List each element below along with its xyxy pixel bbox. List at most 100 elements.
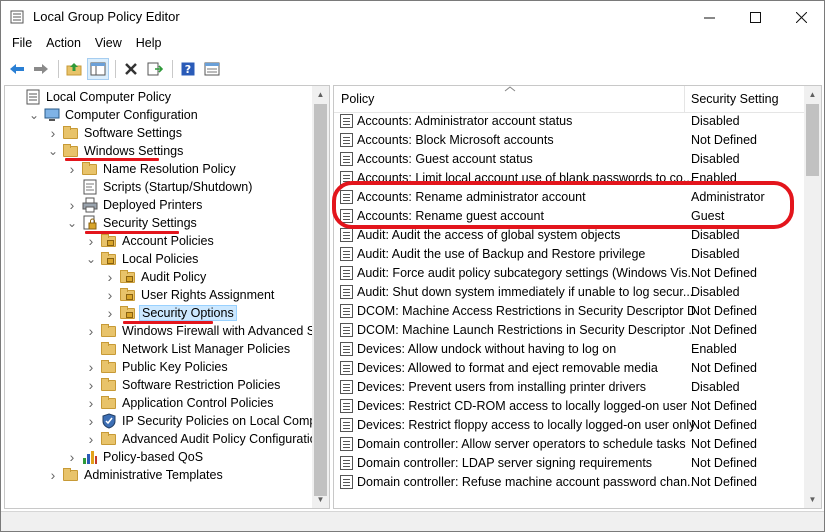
policy-row[interactable]: DCOM: Machine Access Restrictions in Sec… <box>334 301 806 320</box>
expanded-chevron-icon[interactable]: ⌄ <box>85 253 97 265</box>
tree-node-label[interactable]: Public Key Policies <box>120 359 230 375</box>
menu-file[interactable]: File <box>1 33 39 55</box>
tree-node[interactable]: › IP Security Policies on Local Computer <box>85 412 329 430</box>
tree-node-label[interactable]: Name Resolution Policy <box>101 161 238 177</box>
tree-node-label[interactable]: Local Policies <box>120 251 200 267</box>
collapsed-chevron-icon[interactable]: › <box>85 395 97 411</box>
tree-node[interactable]: › Windows Firewall with Advanced Secur <box>85 322 329 340</box>
collapsed-chevron-icon[interactable]: › <box>104 269 116 285</box>
expanded-chevron-icon[interactable]: ⌄ <box>28 109 40 121</box>
tree-node[interactable]: ⌄ Security Settings <box>66 214 199 232</box>
tree-node-label[interactable]: Policy-based QoS <box>101 449 205 465</box>
collapsed-chevron-icon[interactable]: › <box>104 305 116 321</box>
scroll-down-arrow-icon[interactable]: ▼ <box>804 491 821 508</box>
list-scrollbar[interactable]: ▲ ▼ <box>804 86 821 508</box>
column-header-policy[interactable]: Policy <box>341 92 374 106</box>
policy-row[interactable]: Domain controller: Allow server operator… <box>334 434 806 453</box>
collapsed-chevron-icon[interactable]: › <box>66 449 78 465</box>
tree-node[interactable]: › Name Resolution Policy <box>66 160 238 178</box>
tree-node-label[interactable]: Local Computer Policy <box>44 89 173 105</box>
collapsed-chevron-icon[interactable]: › <box>85 359 97 375</box>
export-list-button[interactable] <box>144 58 166 80</box>
collapsed-chevron-icon[interactable]: › <box>47 125 59 141</box>
tree-node[interactable]: › Audit Policy <box>104 268 208 286</box>
tree-node-label[interactable]: Scripts (Startup/Shutdown) <box>101 179 254 195</box>
maximize-button[interactable] <box>732 1 778 33</box>
menu-help[interactable]: Help <box>129 33 169 55</box>
tree-node[interactable]: ⌄ Computer Configuration <box>28 106 200 124</box>
collapsed-chevron-icon[interactable]: › <box>85 323 97 339</box>
policy-row[interactable]: Accounts: Block Microsoft accounts Not De… <box>334 130 806 149</box>
policy-row[interactable]: Audit: Shut down system immediately if u… <box>334 282 806 301</box>
scroll-thumb[interactable] <box>806 104 819 176</box>
policy-row[interactable]: Accounts: Administrator account status Di… <box>334 111 806 130</box>
tree-node[interactable]: › Deployed Printers <box>66 196 204 214</box>
tree-scrollbar[interactable]: ▲ ▼ <box>312 86 329 508</box>
policy-row[interactable]: DCOM: Machine Launch Restrictions in Sec… <box>334 320 806 339</box>
policy-row[interactable]: Accounts: Guest account status Disabled <box>334 149 806 168</box>
tree-node[interactable]: › Policy-based QoS <box>66 448 205 466</box>
scroll-down-arrow-icon[interactable]: ▼ <box>312 491 329 508</box>
tree-node-label[interactable]: Application Control Policies <box>120 395 275 411</box>
tree-node-label[interactable]: Administrative Templates <box>82 467 225 483</box>
collapsed-chevron-icon[interactable]: › <box>66 197 78 213</box>
policy-row[interactable]: Audit: Force audit policy subcategory se… <box>334 263 806 282</box>
policy-row[interactable]: Audit: Audit the use of Backup and Resto… <box>334 244 806 263</box>
tree-node-label-selected[interactable]: Security Options <box>139 305 237 321</box>
collapsed-chevron-icon[interactable]: › <box>85 413 97 429</box>
scroll-up-arrow-icon[interactable]: ▲ <box>312 86 329 103</box>
delete-button[interactable] <box>120 58 142 80</box>
show-hide-tree-button[interactable] <box>87 58 109 80</box>
menu-action[interactable]: Action <box>39 33 88 55</box>
tree-node-label[interactable]: Deployed Printers <box>101 197 204 213</box>
close-button[interactable] <box>778 1 824 33</box>
policy-row[interactable]: Domain controller: Refuse machine accoun… <box>334 472 806 491</box>
tree-node-label[interactable]: Computer Configuration <box>63 107 200 123</box>
help-button[interactable]: ? <box>177 58 199 80</box>
minimize-button[interactable] <box>686 1 732 33</box>
tree-node-label[interactable]: Audit Policy <box>139 269 208 285</box>
tree-node-label[interactable]: Software Settings <box>82 125 184 141</box>
properties-button[interactable] <box>201 58 223 80</box>
policy-row[interactable]: Devices: Restrict floppy access to local… <box>334 415 806 434</box>
tree-node[interactable]: › Advanced Audit Policy Configuration <box>85 430 326 448</box>
policy-row[interactable]: Devices: Prevent users from installing p… <box>334 377 806 396</box>
tree-node[interactable]: › Administrative Templates <box>47 466 225 484</box>
menu-view[interactable]: View <box>88 33 129 55</box>
tree-node[interactable]: › Security Options <box>104 304 237 322</box>
tree-node[interactable]: › Software Settings <box>47 124 184 142</box>
tree-node-label[interactable]: Account Policies <box>120 233 216 249</box>
up-one-level-button[interactable] <box>63 58 85 80</box>
tree-node[interactable]: › Application Control Policies <box>85 394 275 412</box>
expanded-chevron-icon[interactable]: ⌄ <box>47 145 59 157</box>
tree-node-label[interactable]: User Rights Assignment <box>139 287 276 303</box>
collapsed-chevron-icon[interactable]: › <box>85 431 97 447</box>
tree-node[interactable]: › Public Key Policies <box>85 358 230 376</box>
tree-node-label[interactable]: Advanced Audit Policy Configuration <box>120 431 326 447</box>
collapsed-chevron-icon[interactable]: › <box>66 161 78 177</box>
tree-node[interactable]: Network List Manager Policies <box>85 340 292 358</box>
tree-node[interactable]: Local Computer Policy <box>9 88 173 106</box>
details-pane[interactable]: Policy Security Setting Accounts: Admini… <box>333 85 822 509</box>
tree-node-label[interactable]: Software Restriction Policies <box>120 377 282 393</box>
policy-row[interactable]: Domain controller: LDAP server signing r… <box>334 453 806 472</box>
tree-node[interactable]: ⌄ Local Policies <box>85 250 200 268</box>
forward-button[interactable] <box>30 58 52 80</box>
tree-node-label[interactable]: IP Security Policies on Local Computer <box>120 413 329 429</box>
tree-node[interactable]: › Account Policies <box>85 232 216 250</box>
expanded-chevron-icon[interactable]: ⌄ <box>66 217 78 229</box>
tree-node-label[interactable]: Windows Settings <box>82 143 185 159</box>
console-tree[interactable]: Local Computer Policy ⌄ Computer Configura… <box>4 85 330 509</box>
back-button[interactable] <box>6 58 28 80</box>
scroll-thumb[interactable] <box>314 104 327 496</box>
tree-node-label[interactable]: Windows Firewall with Advanced Secur <box>120 323 329 339</box>
column-header-security-setting[interactable]: Security Setting <box>691 92 779 106</box>
tree-node[interactable]: Scripts (Startup/Shutdown) <box>66 178 254 196</box>
tree-node[interactable]: › Software Restriction Policies <box>85 376 282 394</box>
policy-row[interactable]: Devices: Allow undock without having to … <box>334 339 806 358</box>
collapsed-chevron-icon[interactable]: › <box>85 377 97 393</box>
column-divider[interactable] <box>684 86 685 113</box>
tree-node-label[interactable]: Network List Manager Policies <box>120 341 292 357</box>
collapsed-chevron-icon[interactable]: › <box>104 287 116 303</box>
policy-row[interactable]: Devices: Restrict CD-ROM access to local… <box>334 396 806 415</box>
